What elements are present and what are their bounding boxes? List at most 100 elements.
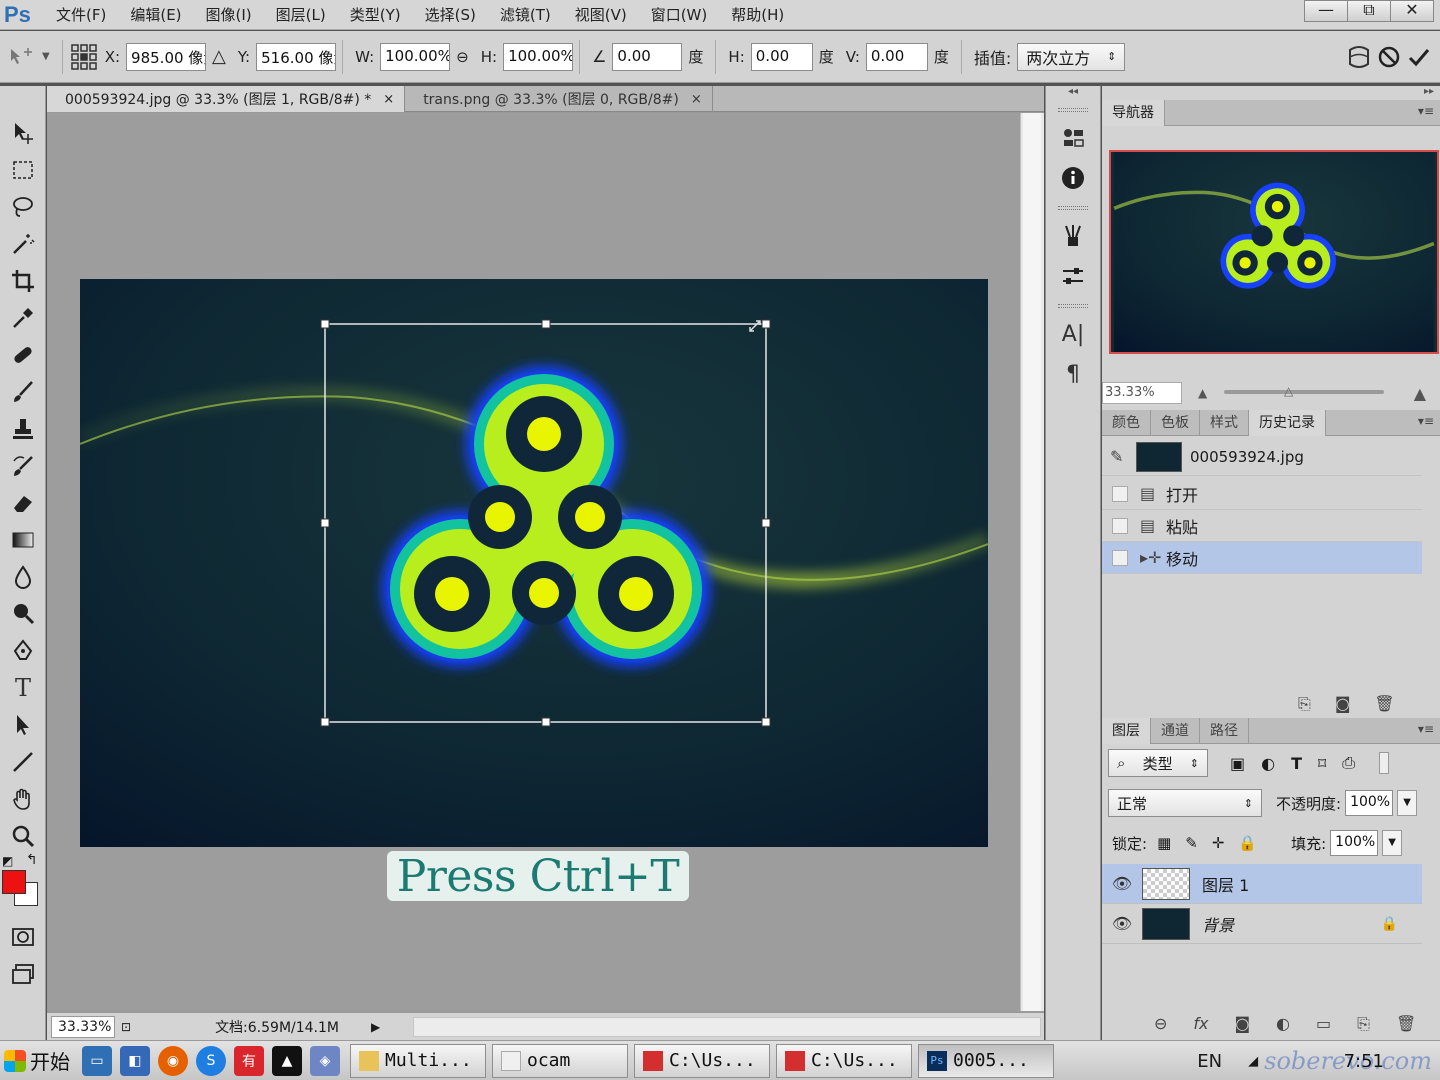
eraser-tool-icon[interactable] [0, 484, 46, 521]
task-cmd-2[interactable]: C:\Us... [776, 1043, 912, 1078]
zoom-tool-icon[interactable] [0, 817, 46, 854]
screen-mode-icon[interactable] [0, 955, 46, 992]
filter-smart-object-icon[interactable]: ⎙ [1342, 753, 1355, 773]
transform-tool-icon[interactable] [6, 42, 36, 72]
filter-toggle[interactable] [1379, 752, 1390, 774]
healing-brush-tool-icon[interactable] [0, 336, 46, 373]
task-photoshop[interactable]: Ps 0005... [918, 1043, 1054, 1078]
menu-help[interactable]: 帮助(H) [719, 0, 796, 30]
layer-name[interactable]: 图层 1 [1202, 872, 1249, 896]
add-mask-icon[interactable]: ◙ [1235, 1014, 1251, 1034]
horizontal-scrollbar[interactable] [413, 1017, 1041, 1037]
panel-menu-icon[interactable]: ▾≡ [1418, 722, 1434, 736]
line-tool-icon[interactable] [0, 743, 46, 780]
close-tab-icon[interactable]: × [691, 92, 702, 107]
history-checkbox[interactable] [1112, 549, 1128, 566]
nvidia-icon[interactable]: ▲ [272, 1045, 302, 1076]
y-position-input[interactable]: 516.00 像素 [256, 42, 337, 71]
gradient-tool-icon[interactable] [0, 521, 46, 558]
task-multi[interactable]: Multi... [350, 1043, 486, 1078]
menu-select[interactable]: 选择(S) [413, 0, 488, 30]
dodge-tool-icon[interactable] [0, 595, 46, 632]
navigator-zoom-field[interactable]: 33.33% [1102, 382, 1182, 404]
width-input[interactable]: 100.00% [380, 42, 451, 71]
task-ocam[interactable]: ocam [492, 1043, 628, 1078]
properties-panel-icon[interactable] [1046, 118, 1100, 158]
firefox-icon[interactable]: ◉ [158, 1045, 188, 1076]
height-input[interactable]: 100.00% [503, 42, 574, 71]
history-brush-tool-icon[interactable] [0, 447, 46, 484]
marquee-tool-icon[interactable] [0, 151, 46, 188]
layer-row-background[interactable]: 👁 背景 🔒 [1102, 904, 1422, 944]
crop-tool-icon[interactable] [0, 262, 46, 299]
lock-all-icon[interactable]: 🔒 [1238, 834, 1257, 852]
opacity-input[interactable]: 100% [1345, 790, 1394, 816]
menu-filter[interactable]: 滤镜(T) [488, 0, 563, 30]
new-layer-icon[interactable]: ⎘ [1357, 1014, 1370, 1034]
paragraph-panel-icon[interactable]: ¶ [1046, 354, 1100, 394]
menu-view[interactable]: 视图(V) [563, 0, 639, 30]
task-cmd-1[interactable]: C:\Us... [634, 1043, 770, 1078]
x-position-input[interactable]: 985.00 像素 [126, 42, 207, 71]
history-checkbox[interactable] [1112, 517, 1128, 534]
swap-colors-icon[interactable]: ↰ [26, 852, 38, 868]
vertical-scrollbar[interactable] [1020, 113, 1044, 1011]
delete-layer-trash-icon[interactable]: 🗑 [1396, 1014, 1416, 1034]
history-brush-source-icon[interactable]: ✎ [1110, 447, 1136, 466]
transform-handle-bottom-right[interactable] [761, 717, 771, 727]
tab-styles[interactable]: 样式 [1200, 410, 1249, 436]
layer-filter-select[interactable]: ⌕ 类型 ⇕ [1108, 749, 1208, 777]
tray-icon[interactable]: ◢ [1248, 1054, 1258, 1069]
menu-file[interactable]: 文件(F) [44, 0, 118, 30]
layer-row-layer1[interactable]: 👁 图层 1 [1102, 864, 1422, 904]
brush-presets-icon[interactable] [1046, 216, 1100, 256]
transform-handle-bottom[interactable] [541, 717, 551, 727]
language-indicator[interactable]: EN [1197, 1051, 1222, 1072]
magic-wand-tool-icon[interactable] [0, 225, 46, 262]
restore-button[interactable]: ⧉ [1347, 0, 1391, 22]
fill-input[interactable]: 100% [1330, 830, 1379, 856]
history-checkbox[interactable] [1112, 485, 1128, 502]
link-icon[interactable]: ⊖ [456, 48, 469, 66]
tab-history[interactable]: 历史记录 [1249, 410, 1326, 436]
foreground-color-swatch[interactable] [2, 870, 26, 894]
filter-shape-icon[interactable]: ⌑ [1318, 754, 1326, 773]
path-selection-tool-icon[interactable] [0, 706, 46, 743]
tab-document-2[interactable]: trans.png @ 33.3% (图层 0, RGB/8#) × [405, 86, 713, 112]
panel-menu-icon[interactable]: ▾≡ [1418, 104, 1434, 118]
minimize-button[interactable]: — [1304, 0, 1348, 22]
transform-handle-right[interactable] [761, 518, 771, 528]
adjustments-icon[interactable] [1046, 256, 1100, 296]
reference-point-icon[interactable] [69, 42, 99, 72]
transform-handle-top-left[interactable] [320, 319, 330, 329]
status-arrow-icon[interactable]: ▶ [371, 1020, 380, 1034]
default-colors-icon[interactable]: ◩ [2, 854, 13, 868]
transform-handle-bottom-left[interactable] [320, 717, 330, 727]
status-share-icon[interactable]: ⊡ [121, 1020, 131, 1034]
link-layers-icon[interactable]: ⊖ [1154, 1014, 1167, 1034]
image-canvas[interactable] [80, 279, 988, 847]
filter-pixel-icon[interactable]: ▣ [1230, 754, 1245, 773]
transform-handle-top[interactable] [541, 319, 551, 329]
tab-paths[interactable]: 路径 [1200, 718, 1249, 744]
skew-v-input[interactable]: 0.00 [865, 42, 928, 71]
history-snapshot[interactable]: ✎ 000593924.jpg [1102, 438, 1422, 476]
interpolation-select[interactable]: 两次立方 ⇕ [1017, 42, 1126, 71]
collapse-icon[interactable]: ◂◂ [1046, 86, 1100, 100]
blend-mode-select[interactable]: 正常 ⇕ [1108, 789, 1262, 817]
history-item[interactable]: ▤ 打开 [1102, 478, 1422, 510]
move-tool-icon[interactable] [0, 114, 46, 151]
relative-position-icon[interactable]: △ [212, 46, 226, 67]
trash-icon[interactable]: 🗑 [1374, 694, 1394, 714]
menu-window[interactable]: 窗口(W) [639, 0, 720, 30]
character-panel-icon[interactable]: A| [1046, 314, 1100, 354]
new-document-from-state-icon[interactable]: ⎘ [1298, 694, 1311, 714]
history-item-selected[interactable]: ▸✛ 移动 [1102, 542, 1422, 574]
history-item[interactable]: ▤ 粘贴 [1102, 510, 1422, 542]
panel-menu-icon[interactable]: ▾≡ [1418, 414, 1434, 428]
new-group-folder-icon[interactable]: ▭ [1316, 1014, 1331, 1034]
tab-document-1[interactable]: 000593924.jpg @ 33.3% (图层 1, RGB/8#) * × [47, 86, 406, 112]
type-tool-icon[interactable]: T [0, 669, 46, 706]
browser-icon[interactable]: S [196, 1045, 226, 1076]
fill-dropdown-icon[interactable]: ▼ [1382, 830, 1403, 856]
